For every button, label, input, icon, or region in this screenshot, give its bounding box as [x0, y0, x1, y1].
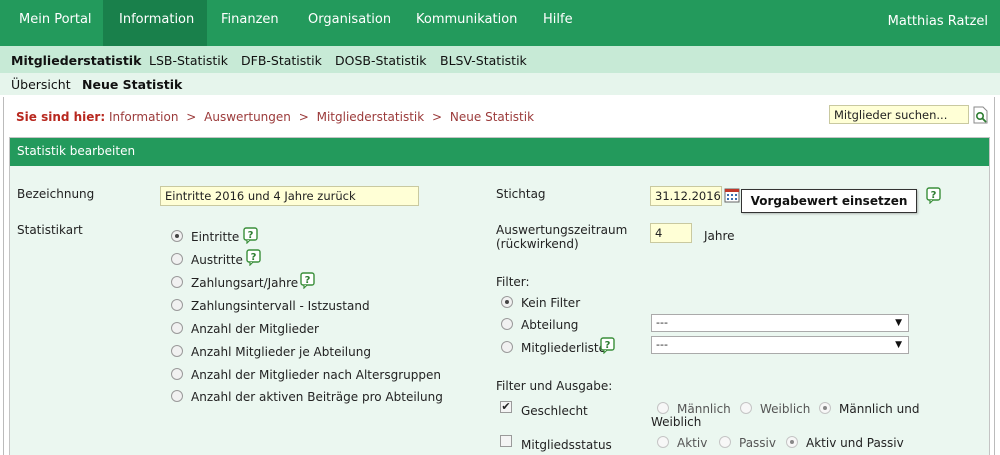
radio-maennlich-und-weiblich[interactable] — [819, 402, 831, 414]
option-weiblich-wrap-label: Weiblich — [651, 415, 702, 429]
radio-passiv[interactable] — [719, 436, 731, 448]
nav-mein-portal[interactable]: Mein Portal — [0, 0, 103, 46]
option-kein-filter-label: Kein Filter — [521, 296, 581, 310]
zeitraum-input[interactable]: 4 — [650, 223, 692, 243]
chevron-down-icon: ▼ — [895, 340, 902, 350]
help-icon[interactable]: ? — [926, 187, 941, 205]
subnav-actions: Übersicht Neue Statistik — [0, 73, 1000, 95]
nav-kommunikation[interactable]: Kommunikation — [416, 0, 517, 46]
svg-text:?: ? — [931, 190, 937, 201]
option-austritte-label: Austritte — [191, 253, 243, 267]
mitgliedsstatus-label: Mitgliedsstatus — [521, 438, 612, 452]
radio-abteilung[interactable] — [501, 318, 513, 330]
option-aktiv-und-passiv-label: Aktiv und Passiv — [806, 436, 904, 450]
stichtag-input[interactable]: 31.12.2016 — [650, 186, 722, 206]
option-passiv-label: Passiv — [739, 436, 776, 450]
user-name[interactable]: Matthias Ratzel — [888, 0, 988, 44]
statistikart-label: Statistikart — [17, 223, 83, 237]
stichtag-label: Stichtag — [496, 187, 546, 201]
radio-aktiv-und-passiv[interactable] — [786, 436, 798, 448]
abteilung-select[interactable]: --- ▼ — [651, 314, 909, 332]
bezeichnung-input[interactable]: Eintritte 2016 und 4 Jahre zurück — [160, 186, 419, 206]
radio-zahlungsart[interactable] — [171, 276, 183, 288]
radio-mitgliederliste[interactable] — [501, 341, 513, 353]
radio-kein-filter[interactable] — [501, 296, 513, 308]
member-search-input[interactable]: Mitglieder suchen... — [829, 105, 969, 124]
option-aktive-beitraege-label: Anzahl der aktiven Beiträge pro Abteilun… — [191, 390, 443, 404]
radio-weiblich[interactable] — [740, 402, 752, 414]
breadcrumb-item-information[interactable]: Information — [109, 110, 178, 124]
nav-organisation[interactable]: Organisation — [308, 0, 391, 46]
abteilung-select-value: --- — [656, 316, 668, 329]
bezeichnung-label: Bezeichnung — [17, 187, 95, 201]
option-mitgliederliste-label: Mitgliederliste — [521, 341, 607, 355]
subnav-statistics: Mitgliederstatistik LSB-Statistik DFB-St… — [0, 46, 1000, 73]
vorgabewert-einsetzen-button[interactable]: Vorgabewert einsetzen — [741, 189, 917, 213]
option-aktiv-label: Aktiv — [677, 436, 708, 450]
breadcrumb-separator: > — [432, 110, 443, 124]
option-zahlungsintervall-label: Zahlungsintervall - Istzustand — [191, 299, 370, 313]
subnav-neue-statistik[interactable]: Neue Statistik — [82, 77, 182, 92]
mitgliedsstatus-checkbox[interactable] — [500, 435, 512, 447]
option-mitglieder-je-abteilung-label: Anzahl Mitglieder je Abteilung — [191, 345, 371, 359]
filter-ausgabe-label: Filter und Ausgabe: — [496, 379, 613, 393]
radio-austritte[interactable] — [171, 253, 183, 265]
filter-label: Filter: — [496, 275, 530, 289]
radio-anzahl-mitglieder[interactable] — [171, 322, 183, 334]
nav-hilfe[interactable]: Hilfe — [543, 0, 573, 46]
option-altersgruppen-label: Anzahl der Mitglieder nach Altersgruppen — [191, 368, 441, 382]
chevron-down-icon: ▼ — [895, 318, 902, 328]
breadcrumb-separator: > — [298, 110, 309, 124]
nav-finanzen[interactable]: Finanzen — [221, 0, 279, 46]
breadcrumb: Sie sind hier: Information > Auswertunge… — [16, 110, 534, 124]
help-icon[interactable]: ? — [300, 272, 315, 290]
calendar-icon[interactable] — [724, 187, 740, 203]
nav-information[interactable]: Information — [103, 0, 207, 46]
option-maennlich-und-label: Männlich und — [839, 402, 920, 416]
radio-maennlich[interactable] — [657, 402, 669, 414]
subnav-dosb-statistik[interactable]: DOSB-Statistik — [335, 53, 426, 68]
svg-text:?: ? — [248, 230, 254, 241]
subnav-mitgliederstatistik[interactable]: Mitgliederstatistik — [11, 53, 141, 68]
svg-text:?: ? — [605, 340, 611, 351]
zeitraum-sublabel: (rückwirkend) — [496, 237, 579, 251]
top-navigation: Mein Portal Information Finanzen Organis… — [0, 0, 1000, 46]
help-icon[interactable]: ? — [243, 227, 258, 245]
help-icon[interactable]: ? — [600, 337, 615, 355]
radio-eintritte[interactable] — [171, 230, 183, 242]
option-maennlich-label: Männlich — [677, 402, 731, 416]
subnav-blsv-statistik[interactable]: BLSV-Statistik — [440, 53, 527, 68]
option-anzahl-mitglieder-label: Anzahl der Mitglieder — [191, 322, 319, 336]
subnav-uebersicht[interactable]: Übersicht — [11, 77, 71, 92]
help-icon[interactable]: ? — [246, 249, 261, 267]
breadcrumb-item-mitgliederstatistik[interactable]: Mitgliederstatistik — [317, 110, 425, 124]
geschlecht-checkbox[interactable]: ✔ — [500, 401, 512, 413]
radio-mitglieder-je-abteilung[interactable] — [171, 345, 183, 357]
option-abteilung-label: Abteilung — [521, 318, 579, 332]
option-weiblich-label: Weiblich — [760, 402, 811, 416]
subnav-dfb-statistik[interactable]: DFB-Statistik — [241, 53, 322, 68]
option-eintritte-label: Eintritte — [191, 230, 240, 244]
panel-title: Statistik bearbeiten — [10, 138, 989, 166]
radio-altersgruppen[interactable] — [171, 368, 183, 380]
breadcrumb-label: Sie sind hier: — [16, 110, 106, 124]
geschlecht-label: Geschlecht — [521, 404, 588, 418]
radio-aktiv[interactable] — [657, 436, 669, 448]
svg-text:?: ? — [251, 252, 257, 263]
zeitraum-unit: Jahre — [704, 229, 735, 243]
mitgliederliste-select-value: --- — [656, 338, 668, 351]
zeitraum-label: Auswertungszeitraum — [496, 223, 628, 237]
subnav-lsb-statistik[interactable]: LSB-Statistik — [149, 53, 228, 68]
option-zahlungsart-label: Zahlungsart/Jahre — [191, 276, 299, 290]
breadcrumb-item-neue-statistik: Neue Statistik — [449, 110, 535, 124]
mitgliederliste-select[interactable]: --- ▼ — [651, 336, 909, 354]
radio-zahlungsintervall[interactable] — [171, 299, 183, 311]
search-icon[interactable] — [973, 106, 989, 124]
radio-aktive-beitraege[interactable] — [171, 390, 183, 402]
breadcrumb-item-auswertungen[interactable]: Auswertungen — [204, 110, 291, 124]
svg-text:?: ? — [305, 275, 311, 286]
breadcrumb-separator: > — [186, 110, 197, 124]
